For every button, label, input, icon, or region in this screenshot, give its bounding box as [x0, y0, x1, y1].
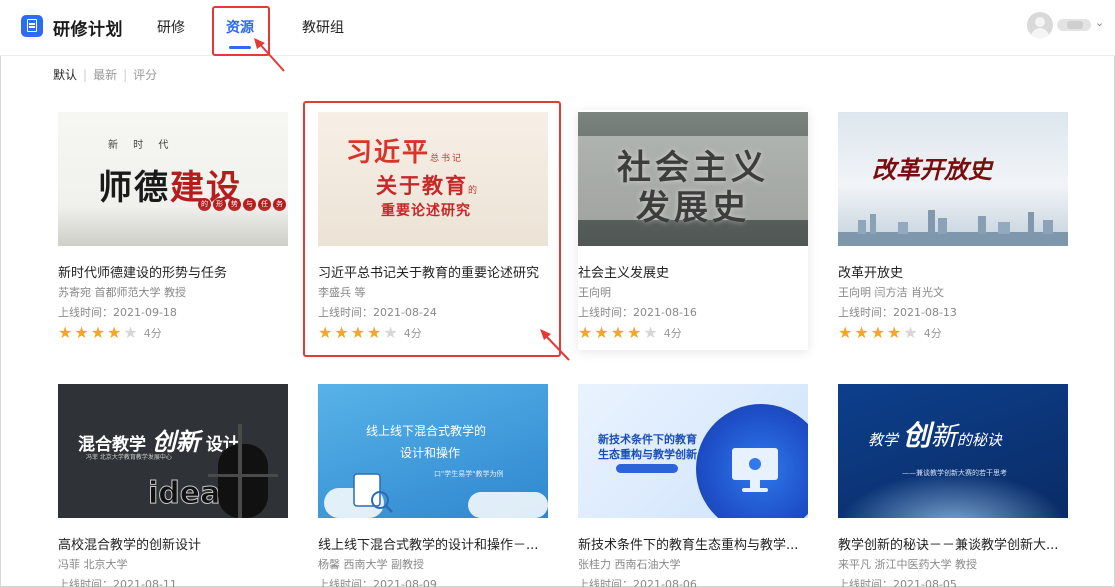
star-icon: ★ [90, 323, 106, 342]
rating-score: 4分 [923, 327, 942, 340]
star-icon: ★ [58, 323, 73, 342]
document-search-icon [353, 473, 393, 513]
nav-tab-training[interactable]: 研修 [157, 17, 185, 37]
star-empty-icon: ★ [123, 323, 138, 342]
resource-title[interactable]: 新时代师德建设的形势与任务 [58, 262, 290, 281]
resource-cover[interactable]: 新 时 代 师德建设 的形势与任务 [58, 112, 288, 246]
resource-date: 上线时间：2021-08-05 [838, 578, 957, 587]
star-rating: ★ ★ ★ ★ ★ 4分 [58, 324, 162, 342]
sort-default[interactable]: 默认 [53, 66, 77, 83]
sort-options: 默认 | 最新 | 评分 [53, 66, 158, 83]
resource-card[interactable]: 教学 创新的秘诀 ——兼谈教学创新大赛的若干思考 教学创新的秘诀－－兼谈教学创新… [838, 384, 1068, 587]
star-icon: ★ [610, 323, 626, 342]
star-icon: ★ [887, 323, 902, 342]
sort-newest[interactable]: 最新 [93, 66, 117, 83]
star-icon: ★ [74, 323, 89, 342]
app-logo-icon [21, 15, 43, 37]
star-icon: ★ [594, 323, 609, 342]
annotation-highlight-card [303, 101, 561, 357]
user-name-redacted[interactable] [1057, 19, 1091, 31]
resource-card[interactable]: 新技术条件下的教育 生态重构与教学创新 新技术条件下的教育生态重构与教学... … [578, 384, 808, 587]
rating-score: 4分 [663, 327, 682, 340]
resource-title[interactable]: 改革开放史 [838, 262, 1070, 281]
resource-cover[interactable]: 社会主义 发展史 [578, 112, 808, 246]
resource-cover[interactable]: 教学 创新的秘诀 ——兼谈教学创新大赛的若干思考 [838, 384, 1068, 518]
resource-author: 杨馨 西南大学 副教授 [318, 558, 424, 571]
star-icon: ★ [838, 323, 853, 342]
resource-date: 上线时间：2021-08-09 [318, 578, 437, 587]
resource-author: 冯菲 北京大学 [58, 558, 128, 571]
star-icon: ★ [870, 323, 886, 342]
resource-card[interactable]: 改革开放史 改革开放史 王向明 闫方洁 肖光文 上线时间：2021-08-13 … [838, 112, 1068, 344]
nav-tab-research-group[interactable]: 教研组 [302, 17, 344, 37]
resource-author: 王向明 [578, 286, 611, 299]
resource-date: 上线时间：2021-08-06 [578, 578, 697, 587]
resource-author: 张桂力 西南石油大学 [578, 558, 681, 571]
resource-cover[interactable]: 新技术条件下的教育 生态重构与教学创新 [578, 384, 808, 518]
star-icon: ★ [627, 323, 642, 342]
resource-cover[interactable]: 线上线下混合式教学的 设计和操作 口"学生易学"教学为例 [318, 384, 548, 518]
resource-card[interactable]: 混合教学 创新 设计 冯菲 北京大学教育教学发展中心 idea 高校混合教学的创… [58, 384, 288, 587]
resource-date: 上线时间：2021-08-11 [58, 578, 177, 587]
resource-cover[interactable]: 改革开放史 [838, 112, 1068, 246]
app-title: 研修计划 [53, 20, 123, 40]
resource-title[interactable]: 线上线下混合式教学的设计和操作－... [318, 534, 550, 553]
star-icon: ★ [578, 323, 593, 342]
resource-title[interactable]: 社会主义发展史 [578, 262, 810, 281]
sort-rating[interactable]: 评分 [133, 66, 157, 83]
resource-date: 上线时间：2021-08-13 [838, 306, 957, 319]
chevron-down-icon[interactable]: ⌄ [1095, 16, 1104, 29]
resource-title[interactable]: 高校混合教学的创新设计 [58, 534, 290, 553]
star-rating: ★ ★ ★ ★ ★ 4分 [578, 324, 682, 342]
resource-title[interactable]: 教学创新的秘诀－－兼谈教学创新大... [838, 534, 1070, 553]
star-empty-icon: ★ [643, 323, 658, 342]
resource-author: 王向明 闫方洁 肖光文 [838, 286, 944, 299]
resource-card[interactable]: 社会主义 发展史 社会主义发展史 王向明 上线时间：2021-08-16 ★ ★ ★… [578, 110, 808, 350]
resource-date: 上线时间：2021-09-18 [58, 306, 177, 319]
star-rating: ★ ★ ★ ★ ★ 4分 [838, 324, 942, 342]
resource-author: 苏寄宛 首都师范大学 教授 [58, 286, 186, 299]
resource-cover[interactable]: 混合教学 创新 设计 冯菲 北京大学教育教学发展中心 idea [58, 384, 288, 518]
monitor-illustration-icon [732, 448, 778, 492]
resource-card[interactable]: 新 时 代 师德建设 的形势与任务 新时代师德建设的形势与任务 苏寄宛 首都师范… [58, 112, 288, 344]
rating-score: 4分 [143, 327, 162, 340]
resource-title[interactable]: 新技术条件下的教育生态重构与教学... [578, 534, 810, 553]
resource-date: 上线时间：2021-08-16 [578, 306, 697, 319]
top-nav-bar: 研修计划 研修 资源 教研组 ⌄ [0, 0, 1115, 56]
star-icon: ★ [854, 323, 869, 342]
resource-author: 来平凡 浙江中医药大学 教授 [838, 558, 977, 571]
star-empty-icon: ★ [903, 323, 918, 342]
annotation-arrow-icon [540, 329, 570, 361]
resource-card[interactable]: 线上线下混合式教学的 设计和操作 口"学生易学"教学为例 线上线下混合式教学的设… [318, 384, 548, 587]
annotation-arrow-icon [254, 38, 285, 72]
star-icon: ★ [107, 323, 122, 342]
user-avatar[interactable] [1027, 12, 1053, 38]
